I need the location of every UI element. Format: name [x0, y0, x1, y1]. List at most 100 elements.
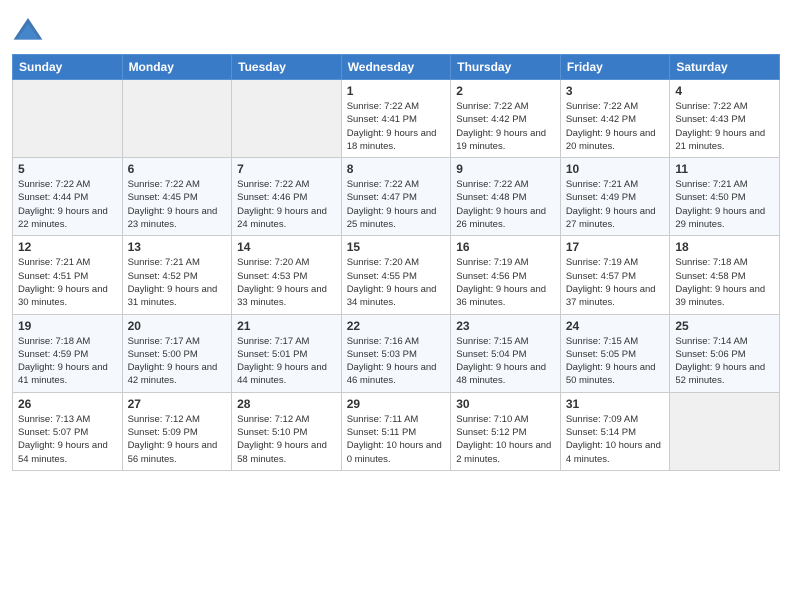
weekday-sunday: Sunday	[13, 55, 123, 80]
day-number: 28	[237, 397, 336, 411]
day-info: Sunrise: 7:16 AMSunset: 5:03 PMDaylight:…	[347, 335, 446, 388]
weekday-header-row: SundayMondayTuesdayWednesdayThursdayFrid…	[13, 55, 780, 80]
table-row: 2 Sunrise: 7:22 AMSunset: 4:42 PMDaylight…	[451, 80, 561, 158]
table-row	[122, 80, 232, 158]
day-info: Sunrise: 7:15 AMSunset: 5:05 PMDaylight:…	[566, 335, 665, 388]
day-info: Sunrise: 7:21 AMSunset: 4:49 PMDaylight:…	[566, 178, 665, 231]
day-info: Sunrise: 7:22 AMSunset: 4:47 PMDaylight:…	[347, 178, 446, 231]
table-row: 5Sunrise: 7:22 AMSunset: 4:44 PMDaylight…	[13, 158, 123, 236]
calendar-table: SundayMondayTuesdayWednesdayThursdayFrid…	[12, 54, 780, 471]
weekday-thursday: Thursday	[451, 55, 561, 80]
day-info: Sunrise: 7:11 AMSunset: 5:11 PMDaylight:…	[347, 413, 446, 466]
day-info: Sunrise: 7:22 AMSunset: 4:42 PMDaylight:…	[456, 100, 555, 153]
table-row: 17 Sunrise: 7:19 AMSunset: 4:57 PMDayligh…	[560, 236, 670, 314]
day-info: Sunrise: 7:22 AMSunset: 4:45 PMDaylight:…	[128, 178, 227, 231]
weekday-tuesday: Tuesday	[232, 55, 342, 80]
table-row: 30 Sunrise: 7:10 AMSunset: 5:12 PMDayligh…	[451, 392, 561, 470]
table-row: 9 Sunrise: 7:22 AMSunset: 4:48 PMDaylight…	[451, 158, 561, 236]
day-info: Sunrise: 7:22 AMSunset: 4:46 PMDaylight:…	[237, 178, 336, 231]
table-row: 31 Sunrise: 7:09 AMSunset: 5:14 PMDayligh…	[560, 392, 670, 470]
table-row: 10 Sunrise: 7:21 AMSunset: 4:49 PMDayligh…	[560, 158, 670, 236]
day-number: 4	[675, 84, 774, 98]
day-info: Sunrise: 7:17 AMSunset: 5:01 PMDaylight:…	[237, 335, 336, 388]
calendar-week-3: 12Sunrise: 7:21 AMSunset: 4:51 PMDayligh…	[13, 236, 780, 314]
day-info: Sunrise: 7:13 AMSunset: 5:07 PMDaylight:…	[18, 413, 117, 466]
logo	[12, 14, 48, 46]
day-info: Sunrise: 7:21 AMSunset: 4:50 PMDaylight:…	[675, 178, 774, 231]
day-info: Sunrise: 7:12 AMSunset: 5:10 PMDaylight:…	[237, 413, 336, 466]
day-info: Sunrise: 7:18 AMSunset: 4:59 PMDaylight:…	[18, 335, 117, 388]
day-info: Sunrise: 7:22 AMSunset: 4:42 PMDaylight:…	[566, 100, 665, 153]
day-number: 23	[456, 319, 555, 333]
day-number: 5	[18, 162, 117, 176]
calendar-week-5: 26 Sunrise: 7:13 AMSunset: 5:07 PMDayligh…	[13, 392, 780, 470]
day-number: 11	[675, 162, 774, 176]
day-number: 3	[566, 84, 665, 98]
day-number: 10	[566, 162, 665, 176]
table-row: 8 Sunrise: 7:22 AMSunset: 4:47 PMDaylight…	[341, 158, 451, 236]
table-row: 15 Sunrise: 7:20 AMSunset: 4:55 PMDayligh…	[341, 236, 451, 314]
weekday-wednesday: Wednesday	[341, 55, 451, 80]
day-number: 30	[456, 397, 555, 411]
logo-icon	[12, 14, 44, 46]
day-number: 19	[18, 319, 117, 333]
weekday-monday: Monday	[122, 55, 232, 80]
table-row	[670, 392, 780, 470]
weekday-friday: Friday	[560, 55, 670, 80]
table-row	[13, 80, 123, 158]
day-info: Sunrise: 7:10 AMSunset: 5:12 PMDaylight:…	[456, 413, 555, 466]
day-info: Sunrise: 7:14 AMSunset: 5:06 PMDaylight:…	[675, 335, 774, 388]
weekday-saturday: Saturday	[670, 55, 780, 80]
calendar-week-2: 5Sunrise: 7:22 AMSunset: 4:44 PMDaylight…	[13, 158, 780, 236]
day-info: Sunrise: 7:21 AMSunset: 4:51 PMDaylight:…	[18, 256, 117, 309]
day-info: Sunrise: 7:22 AMSunset: 4:48 PMDaylight:…	[456, 178, 555, 231]
day-info: Sunrise: 7:17 AMSunset: 5:00 PMDaylight:…	[128, 335, 227, 388]
day-number: 24	[566, 319, 665, 333]
table-row: 7 Sunrise: 7:22 AMSunset: 4:46 PMDaylight…	[232, 158, 342, 236]
table-row: 3 Sunrise: 7:22 AMSunset: 4:42 PMDaylight…	[560, 80, 670, 158]
table-row: 16 Sunrise: 7:19 AMSunset: 4:56 PMDayligh…	[451, 236, 561, 314]
day-number: 27	[128, 397, 227, 411]
day-number: 18	[675, 240, 774, 254]
table-row: 11 Sunrise: 7:21 AMSunset: 4:50 PMDayligh…	[670, 158, 780, 236]
table-row	[232, 80, 342, 158]
day-info: Sunrise: 7:15 AMSunset: 5:04 PMDaylight:…	[456, 335, 555, 388]
table-row: 27 Sunrise: 7:12 AMSunset: 5:09 PMDayligh…	[122, 392, 232, 470]
day-number: 15	[347, 240, 446, 254]
table-row: 21 Sunrise: 7:17 AMSunset: 5:01 PMDayligh…	[232, 314, 342, 392]
day-number: 20	[128, 319, 227, 333]
day-number: 9	[456, 162, 555, 176]
day-number: 26	[18, 397, 117, 411]
table-row: 24 Sunrise: 7:15 AMSunset: 5:05 PMDayligh…	[560, 314, 670, 392]
day-info: Sunrise: 7:20 AMSunset: 4:53 PMDaylight:…	[237, 256, 336, 309]
day-number: 8	[347, 162, 446, 176]
day-info: Sunrise: 7:22 AMSunset: 4:43 PMDaylight:…	[675, 100, 774, 153]
day-number: 22	[347, 319, 446, 333]
table-row: 1 Sunrise: 7:22 AMSunset: 4:41 PMDaylight…	[341, 80, 451, 158]
table-row: 28 Sunrise: 7:12 AMSunset: 5:10 PMDayligh…	[232, 392, 342, 470]
day-info: Sunrise: 7:12 AMSunset: 5:09 PMDaylight:…	[128, 413, 227, 466]
day-number: 16	[456, 240, 555, 254]
table-row: 20 Sunrise: 7:17 AMSunset: 5:00 PMDayligh…	[122, 314, 232, 392]
day-number: 17	[566, 240, 665, 254]
table-row: 19 Sunrise: 7:18 AMSunset: 4:59 PMDayligh…	[13, 314, 123, 392]
table-row: 4 Sunrise: 7:22 AMSunset: 4:43 PMDaylight…	[670, 80, 780, 158]
day-info: Sunrise: 7:09 AMSunset: 5:14 PMDaylight:…	[566, 413, 665, 466]
table-row: 18 Sunrise: 7:18 AMSunset: 4:58 PMDayligh…	[670, 236, 780, 314]
day-number: 6	[128, 162, 227, 176]
day-number: 1	[347, 84, 446, 98]
day-number: 13	[128, 240, 227, 254]
table-row: 22 Sunrise: 7:16 AMSunset: 5:03 PMDayligh…	[341, 314, 451, 392]
day-number: 31	[566, 397, 665, 411]
table-row: 23 Sunrise: 7:15 AMSunset: 5:04 PMDayligh…	[451, 314, 561, 392]
day-info: Sunrise: 7:19 AMSunset: 4:57 PMDaylight:…	[566, 256, 665, 309]
day-number: 2	[456, 84, 555, 98]
day-number: 21	[237, 319, 336, 333]
table-row: 26 Sunrise: 7:13 AMSunset: 5:07 PMDayligh…	[13, 392, 123, 470]
day-info: Sunrise: 7:20 AMSunset: 4:55 PMDaylight:…	[347, 256, 446, 309]
day-info: Sunrise: 7:19 AMSunset: 4:56 PMDaylight:…	[456, 256, 555, 309]
day-number: 7	[237, 162, 336, 176]
table-row: 14Sunrise: 7:20 AMSunset: 4:53 PMDayligh…	[232, 236, 342, 314]
day-info: Sunrise: 7:18 AMSunset: 4:58 PMDaylight:…	[675, 256, 774, 309]
day-info: Sunrise: 7:22 AMSunset: 4:41 PMDaylight:…	[347, 100, 446, 153]
